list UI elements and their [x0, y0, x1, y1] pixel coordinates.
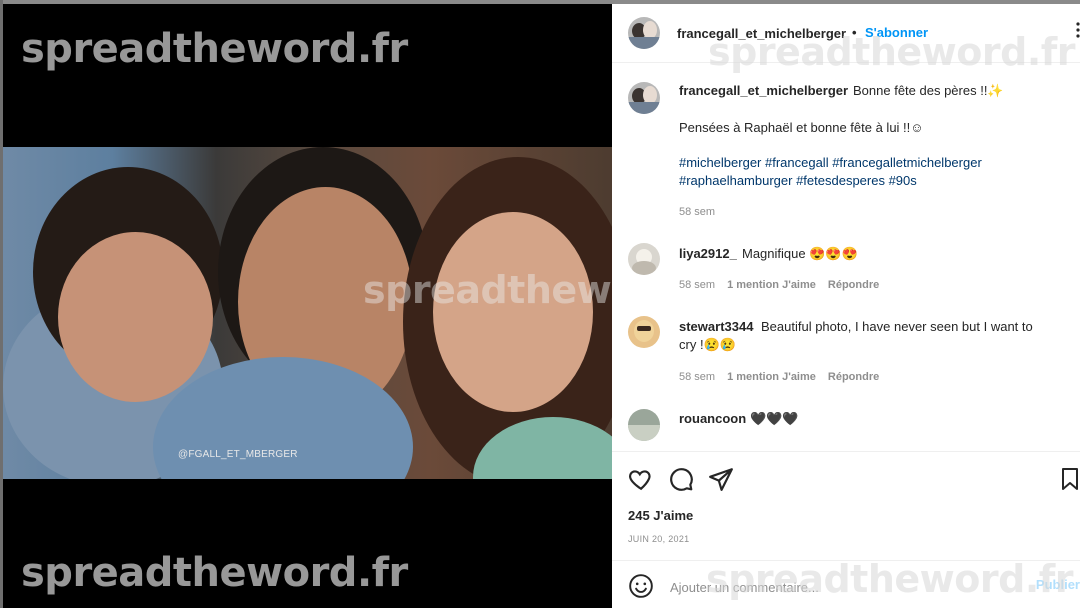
caption-avatar[interactable]: [628, 82, 660, 114]
comment-avatar-stewart[interactable]: [628, 316, 660, 348]
caption-line-1: Bonne fête des pères !!✨: [853, 83, 1004, 98]
comment-icon[interactable]: [668, 466, 694, 497]
post-header: francegall_et_michelberger • S'abonner s…: [612, 4, 1080, 74]
post-media[interactable]: @FGALL_ET_MBERGER spreadtheword.fr sprea…: [3, 4, 612, 608]
photo-boy-face: [58, 232, 213, 402]
watermark-bottom-left: spreadtheword.fr: [21, 550, 408, 596]
comment-text-stewart: Beautiful photo, I have never seen but I…: [761, 319, 1033, 334]
comment-avatar-liya[interactable]: [628, 243, 660, 275]
post-actions-bar: 245 J'aime JUIN 20, 2021 Publier spreadt…: [612, 451, 1080, 609]
bookmark-icon[interactable]: [1060, 466, 1080, 497]
caption-hashtags-1[interactable]: #michelberger #francegall #francegalletm…: [679, 155, 982, 170]
add-comment-bar: Publier spreadtheword.fr: [612, 557, 1080, 610]
emoji-icon[interactable]: [628, 573, 654, 604]
reply-button[interactable]: Répondre: [828, 279, 879, 291]
watermark-panel-top: spreadtheword.fr: [708, 30, 1076, 74]
comment-time[interactable]: 58 sem: [679, 371, 715, 383]
comment-text-rouancoon: 🖤🖤🖤: [750, 411, 799, 426]
reply-button[interactable]: Répondre: [828, 371, 879, 383]
comment-username-rouancoon[interactable]: rouancoon: [679, 411, 746, 426]
post-photo: @FGALL_ET_MBERGER: [3, 147, 612, 479]
comment-likes[interactable]: 1 mention J'aime: [727, 279, 816, 291]
comment-username-liya[interactable]: liya2912_: [679, 246, 737, 261]
watermark-center: spreadtheword.fr: [363, 268, 612, 312]
comment-time[interactable]: 58 sem: [679, 279, 715, 291]
likes-count[interactable]: 245 J'aime: [628, 508, 693, 523]
caption-line-2: Pensées à Raphaël et bonne fête à lui !!…: [679, 120, 924, 135]
share-icon[interactable]: [708, 466, 734, 497]
comment-text-stewart-2: cry !😢😢: [679, 337, 736, 352]
post-date: JUIN 20, 2021: [628, 534, 690, 544]
comment-meta-stewart: 58 sem 1 mention J'aime Répondre: [679, 371, 879, 383]
comment-text-liya: Magnifique 😍😍😍: [742, 246, 858, 261]
avatar[interactable]: [628, 17, 660, 49]
comment-username-stewart[interactable]: stewart3344: [679, 319, 753, 334]
caption-time[interactable]: 58 sem: [679, 206, 715, 218]
caption-hashtags-2[interactable]: #raphaelhamburger #fetesdesperes #90s: [679, 173, 917, 188]
post-side-panel: francegall_et_michelberger • S'abonner s…: [612, 4, 1080, 609]
photo-credit-text: @FGALL_ET_MBERGER: [178, 449, 298, 460]
watermark-top-left: spreadtheword.fr: [21, 26, 408, 72]
caption-username[interactable]: francegall_et_michelberger: [679, 83, 848, 98]
comment-avatar-rouancoon[interactable]: [628, 409, 660, 441]
photo-girl-face: [433, 212, 593, 412]
comment-likes[interactable]: 1 mention J'aime: [727, 371, 816, 383]
comment-meta-liya: 58 sem 1 mention J'aime Répondre: [679, 279, 879, 291]
heart-icon[interactable]: [628, 466, 654, 497]
watermark-panel-bottom: spreadtheword.fr: [706, 557, 1074, 601]
